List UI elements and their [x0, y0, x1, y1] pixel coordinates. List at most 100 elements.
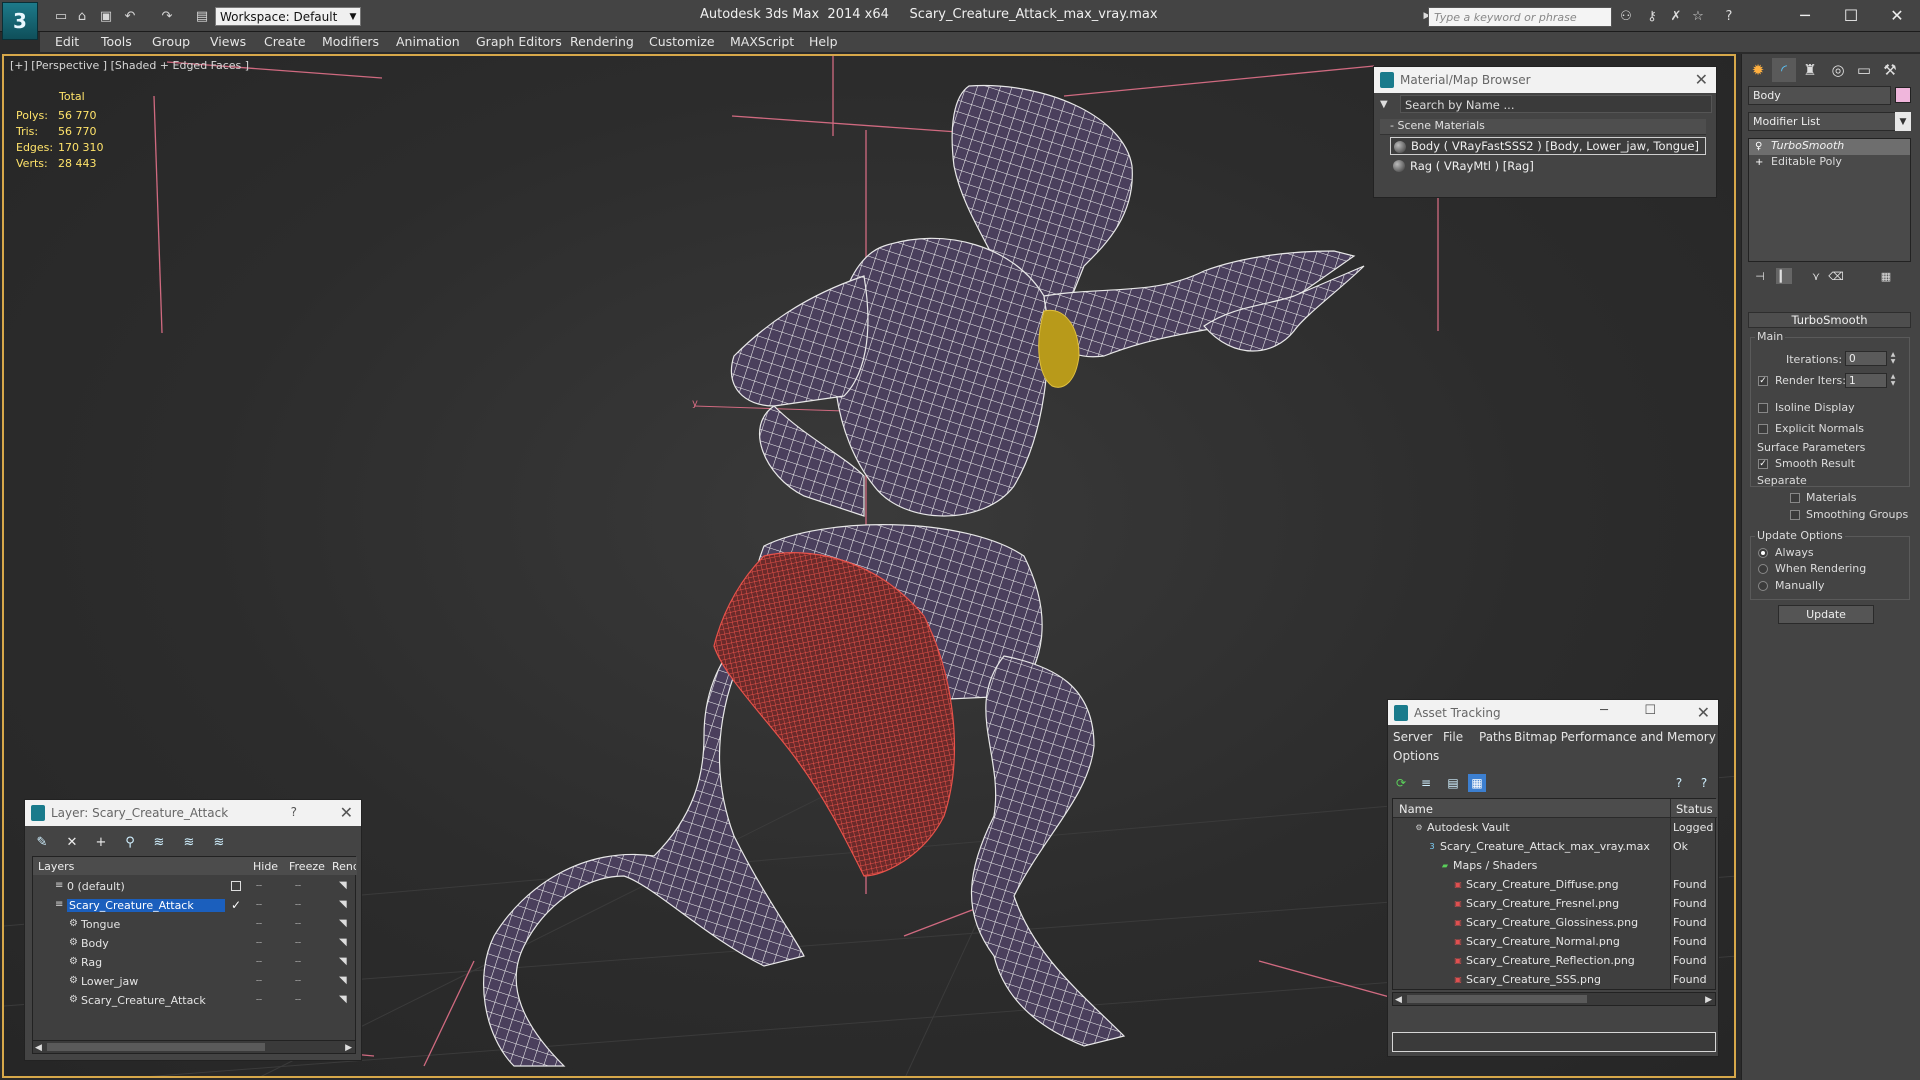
- asset-row[interactable]: ⚙ Autodesk Vault Logged Out: [1393, 818, 1717, 837]
- layer-row[interactable]: ≡ 0 (default) ┄ ┄ ◥: [33, 877, 357, 896]
- menu-rendering[interactable]: Rendering: [570, 34, 634, 49]
- horizontal-scrollbar[interactable]: ◀ ▶: [32, 1040, 356, 1054]
- modifier-stack[interactable]: ♀ TurboSmooth + Editable Poly: [1748, 138, 1911, 262]
- vault-help-icon[interactable]: ?: [1695, 774, 1713, 792]
- close-icon[interactable]: ✕: [340, 803, 353, 822]
- open-file-icon[interactable]: ⌂: [73, 8, 91, 24]
- layer-row[interactable]: ⚙ Tongue ┄ ┄ ◥: [33, 915, 357, 934]
- asset-row[interactable]: ▰ Maps / Shaders: [1393, 856, 1717, 875]
- layer-panel-titlebar[interactable]: Layer: Scary_Creature_Attack ? ✕: [25, 800, 361, 826]
- scroll-right-icon[interactable]: ▶: [345, 1043, 352, 1053]
- configure-sets-icon[interactable]: ▦: [1878, 268, 1894, 284]
- new-layer-icon[interactable]: ✎: [33, 833, 51, 851]
- column-layers[interactable]: Layers: [38, 860, 74, 873]
- column-name[interactable]: Name: [1399, 802, 1433, 816]
- list-view-icon[interactable]: ≡: [1417, 774, 1435, 792]
- asset-row[interactable]: ▣ Scary_Creature_Normal.png Found: [1393, 932, 1717, 951]
- layer-panel[interactable]: Layer: Scary_Creature_Attack ? ✕ ✎ ✕ + ⚲…: [24, 799, 362, 1061]
- asset-menu-file[interactable]: File: [1443, 730, 1463, 744]
- asset-menu-server[interactable]: Server: [1393, 730, 1432, 744]
- layer-row[interactable]: ≡ Scary_Creature_Attack ✓ ┄ ┄ ◥: [33, 896, 357, 915]
- binoculars-icon[interactable]: ⚇: [1617, 8, 1635, 24]
- asset-row[interactable]: ▣ Scary_Creature_Reflection.png Found: [1393, 951, 1717, 970]
- save-file-icon[interactable]: ▣: [97, 8, 115, 24]
- asset-row[interactable]: ▣ Scary_Creature_Glossiness.png Found: [1393, 913, 1717, 932]
- grid-view-icon[interactable]: ▦: [1468, 774, 1486, 792]
- material-browser-titlebar[interactable]: Material/Map Browser ✕: [1374, 67, 1716, 93]
- column-render[interactable]: Render: [332, 860, 356, 873]
- scroll-left-icon[interactable]: ◀: [1395, 995, 1402, 1005]
- freeze-toggle[interactable]: ┄: [295, 995, 301, 1006]
- hide-toggle[interactable]: ┄: [256, 881, 262, 892]
- render-teapot-icon[interactable]: ◥: [339, 975, 347, 986]
- asset-tracking-titlebar[interactable]: Asset Tracking ─ ☐ ✕: [1388, 700, 1718, 725]
- delete-layer-icon[interactable]: ✕: [63, 833, 81, 851]
- update-when-rendering-radio[interactable]: [1758, 564, 1768, 574]
- menu-modifiers[interactable]: Modifiers: [322, 34, 379, 49]
- layer-row[interactable]: ⚙ Rag ┄ ┄ ◥: [33, 953, 357, 972]
- scroll-thumb[interactable]: [1407, 995, 1587, 1003]
- select-in-layer-icon[interactable]: ⚲: [121, 833, 139, 851]
- scroll-thumb[interactable]: [47, 1043, 265, 1051]
- chevron-down-icon[interactable]: ▼: [1895, 112, 1911, 131]
- object-name-field[interactable]: Body: [1748, 86, 1891, 105]
- menu-views[interactable]: Views: [210, 34, 246, 49]
- asset-row[interactable]: ▣ Scary_Creature_Diffuse.png Found: [1393, 875, 1717, 894]
- render-teapot-icon[interactable]: ◥: [339, 956, 347, 967]
- hierarchy-tab-icon[interactable]: ♜: [1798, 58, 1822, 82]
- help-icon[interactable]: ?: [291, 805, 297, 819]
- stack-item-editable-poly[interactable]: + Editable Poly: [1749, 155, 1910, 171]
- asset-menu-paths[interactable]: Paths: [1479, 730, 1512, 744]
- asset-row[interactable]: ▣ Scary_Creature_Fresnel.png Found: [1393, 894, 1717, 913]
- spinner-arrows-icon[interactable]: ▲ ▼: [1888, 351, 1898, 366]
- spinner-arrows-icon[interactable]: ▲ ▼: [1888, 373, 1898, 388]
- maximize-icon[interactable]: ☐: [1828, 2, 1874, 28]
- utilities-tab-icon[interactable]: ⚒: [1878, 58, 1902, 82]
- hide-all-layers-icon[interactable]: ≋: [180, 833, 198, 851]
- menu-customize[interactable]: Customize: [649, 34, 715, 49]
- app-logo-icon[interactable]: 3: [2, 2, 38, 40]
- freeze-all-layers-icon[interactable]: ≋: [210, 833, 228, 851]
- freeze-toggle[interactable]: ┄: [295, 957, 301, 968]
- tools-icon[interactable]: ✗: [1667, 8, 1685, 24]
- new-file-icon[interactable]: ▭: [52, 8, 70, 24]
- menu-animation[interactable]: Animation: [396, 34, 460, 49]
- turbosmooth-rollout-title[interactable]: TurboSmooth: [1748, 312, 1911, 328]
- render-teapot-icon[interactable]: ◥: [339, 937, 347, 948]
- column-status[interactable]: Status: [1676, 802, 1713, 816]
- layer-list[interactable]: Layers Hide Freeze Render ≡0 (default) ┄ ┄…: [32, 856, 357, 1046]
- render-iters-spinner[interactable]: 1: [1845, 373, 1887, 388]
- render-teapot-icon[interactable]: ◥: [339, 899, 347, 910]
- make-unique-icon[interactable]: ⋎: [1808, 268, 1824, 284]
- separate-materials-checkbox[interactable]: [1790, 493, 1800, 503]
- menu-edit[interactable]: Edit: [55, 34, 79, 49]
- minimize-icon[interactable]: ─: [1600, 703, 1608, 718]
- key-icon[interactable]: ⚷: [1643, 8, 1661, 24]
- freeze-toggle[interactable]: ┄: [295, 919, 301, 930]
- show-end-result-icon[interactable]: ▎: [1776, 268, 1792, 284]
- hide-toggle[interactable]: ┄: [256, 938, 262, 949]
- menu-help[interactable]: Help: [809, 34, 838, 49]
- asset-menu-bitmap-performance[interactable]: Bitmap Performance and Memory: [1514, 730, 1716, 744]
- column-hide[interactable]: Hide: [253, 860, 278, 873]
- stack-item-turbosmooth[interactable]: ♀ TurboSmooth: [1749, 139, 1910, 155]
- render-iters-checkbox[interactable]: ✓: [1758, 376, 1768, 386]
- scroll-left-icon[interactable]: ◀: [35, 1043, 42, 1053]
- creature-mesh[interactable]: [483, 84, 1365, 1067]
- asset-tracking-panel[interactable]: Asset Tracking ─ ☐ ✕ Server File Paths B…: [1387, 699, 1719, 1057]
- current-layer-box-icon[interactable]: [231, 881, 241, 891]
- table-view-icon[interactable]: ▤: [1444, 774, 1462, 792]
- asset-path-field[interactable]: [1392, 1032, 1716, 1052]
- material-browser-panel[interactable]: Material/Map Browser ✕ ▼ Search by Name …: [1373, 66, 1717, 198]
- close-icon[interactable]: ✕: [1874, 2, 1920, 28]
- create-tab-icon[interactable]: ✹: [1746, 58, 1770, 82]
- close-icon[interactable]: ✕: [1695, 70, 1708, 89]
- workspace-dropdown[interactable]: Workspace: Default: [215, 7, 361, 26]
- hide-toggle[interactable]: ┄: [256, 957, 262, 968]
- viewport-label[interactable]: [+] [Perspective ] [Shaded + Edged Faces…: [10, 59, 249, 72]
- render-teapot-icon[interactable]: ◥: [339, 994, 347, 1005]
- material-item[interactable]: Body ( VRayFastSSS2 ) [Body, Lower_jaw, …: [1390, 137, 1706, 155]
- refresh-icon[interactable]: ⟳: [1392, 774, 1410, 792]
- freeze-toggle[interactable]: ┄: [295, 938, 301, 949]
- layer-row[interactable]: ⚙ Lower_jaw ┄ ┄ ◥: [33, 972, 357, 991]
